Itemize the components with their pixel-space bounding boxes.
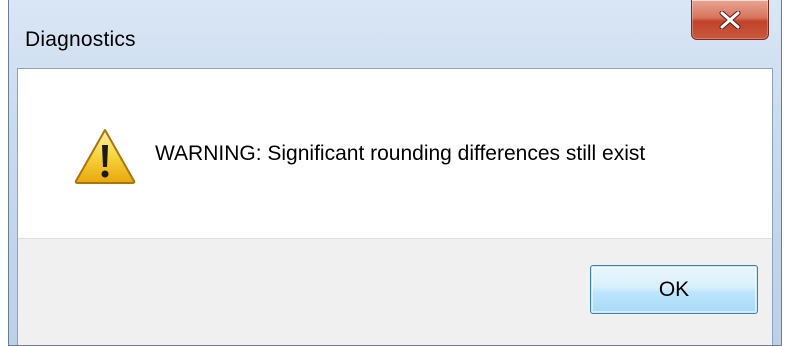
close-button[interactable]: [691, 0, 769, 40]
warning-message: WARNING: Significant rounding difference…: [155, 142, 646, 165]
dialog-client: WARNING: Significant rounding difference…: [17, 68, 773, 345]
window-title: Diagnostics: [25, 28, 136, 51]
message-area: WARNING: Significant rounding difference…: [18, 69, 772, 238]
warning-icon: [73, 127, 137, 185]
title-bar[interactable]: Diagnostics: [9, 0, 781, 68]
button-bar: OK: [18, 238, 772, 345]
close-icon: [719, 10, 741, 29]
ok-button[interactable]: OK: [590, 265, 758, 314]
dialog-window: Diagnostics WARNING: Significant roundin…: [8, 0, 782, 346]
